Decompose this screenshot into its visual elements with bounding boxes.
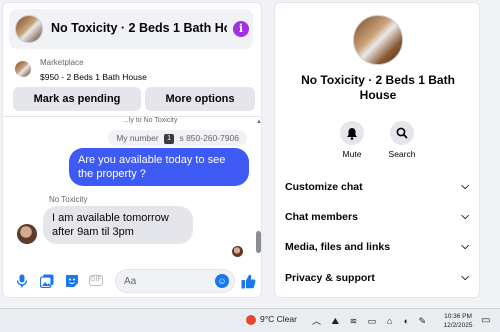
- windows-taskbar: 9°C Clear ︿ ⛰ ≋ ▭ ⌂ ◖ ✎ 10:36 PM 12/2/20…: [0, 308, 500, 332]
- sender-avatar[interactable]: [17, 224, 37, 244]
- sender-name: No Toxicity: [49, 195, 88, 204]
- search-icon[interactable]: [390, 121, 414, 145]
- listing-thumbnail: [15, 15, 43, 43]
- chat-details-panel: No Toxicity · 2 Beds 1 Bath House Mute S…: [274, 2, 480, 298]
- incoming-message[interactable]: I am available tomorrow after 9am til 3p…: [43, 206, 193, 244]
- like-icon[interactable]: [241, 274, 256, 289]
- info-icon[interactable]: i: [233, 21, 249, 37]
- row-label: Chat members: [285, 211, 358, 223]
- emoji-icon[interactable]: ☺: [215, 274, 229, 288]
- weather-widget[interactable]: 9°C Clear: [246, 314, 297, 325]
- marketplace-label: Marketplace: [40, 58, 84, 67]
- row-customize-chat[interactable]: Customize chat ⌵: [285, 176, 471, 198]
- row-label: Privacy & support: [285, 272, 375, 284]
- scroll-up-arrow-icon[interactable]: ▲: [256, 119, 261, 125]
- weather-icon: [246, 314, 256, 325]
- my-number-prefix: My number: [116, 133, 159, 143]
- outgoing-message[interactable]: Are you available today to see the prope…: [69, 148, 249, 186]
- mark-as-pending-button[interactable]: Mark as pending: [13, 87, 141, 111]
- chat-header[interactable]: No Toxicity · 2 Beds 1 Bath Hou... i: [9, 9, 253, 49]
- message-composer: GIF Aa ☺: [3, 265, 261, 297]
- chat-panel: No Toxicity · 2 Beds 1 Bath Hou... i Mar…: [2, 2, 262, 298]
- network-icon[interactable]: ⌂: [387, 316, 392, 326]
- message-scrollbar[interactable]: ▲: [256, 119, 261, 257]
- volume-icon[interactable]: ◖: [403, 316, 408, 326]
- clock[interactable]: 10:36 PM 12/2/2025: [440, 312, 476, 330]
- my-number-reply: My number 1 s 850-260-7906: [108, 130, 247, 146]
- wifi-icon[interactable]: ≋: [350, 316, 358, 327]
- number-badge: 1: [164, 133, 175, 144]
- weather-text: 9°C Clear: [260, 314, 297, 324]
- truncated-message: ...ly to No Toxicity: [123, 117, 178, 124]
- search-button[interactable]: Search: [377, 121, 427, 159]
- row-chat-members[interactable]: Chat members ⌵: [285, 206, 471, 228]
- listing-price[interactable]: $950 - 2 Beds 1 Bath House: [40, 72, 147, 82]
- listing-avatar[interactable]: [353, 15, 403, 65]
- row-media-files-links[interactable]: Media, files and links ⌵: [285, 236, 471, 258]
- chat-title: No Toxicity · 2 Beds 1 Bath Hou...: [51, 21, 227, 35]
- gif-icon[interactable]: GIF: [89, 275, 103, 286]
- pen-icon[interactable]: ✎: [419, 316, 427, 327]
- notification-icon[interactable]: ▭: [481, 315, 490, 326]
- photo-icon[interactable]: [39, 274, 54, 289]
- sticker-icon[interactable]: [65, 274, 79, 288]
- scrollbar-thumb[interactable]: [256, 231, 261, 253]
- more-options-button[interactable]: More options: [145, 87, 255, 111]
- battery-icon[interactable]: ▭: [368, 316, 377, 327]
- marketplace-listing: Marketplace $950 - 2 Beds 1 Bath House M…: [3, 55, 261, 117]
- chevron-down-icon: ⌵: [461, 181, 469, 192]
- message-thread: ...ly to No Toxicity My number 1 s 850-2…: [3, 117, 261, 259]
- seen-avatar: [232, 246, 243, 257]
- mic-icon[interactable]: [15, 274, 29, 288]
- chevron-down-icon: ⌵: [461, 272, 469, 283]
- details-title: No Toxicity · 2 Beds 1 Bath House: [301, 73, 455, 102]
- chevron-up-icon[interactable]: ︿: [312, 314, 321, 327]
- clock-time: 10:36 PM: [444, 313, 472, 320]
- chevron-down-icon: ⌵: [461, 211, 469, 222]
- my-number-value: s 850-260-7906: [179, 133, 239, 143]
- chevron-down-icon: ⌵: [461, 241, 469, 252]
- listing-small-thumbnail: [15, 61, 31, 77]
- clock-date: 12/2/2025: [443, 322, 473, 329]
- mountain-icon[interactable]: ⛰: [332, 316, 340, 327]
- row-privacy-support[interactable]: Privacy & support ⌵: [285, 267, 471, 289]
- search-label: Search: [388, 149, 416, 159]
- system-tray: ︿ ⛰ ≋ ▭ ⌂ ◖ ✎: [312, 314, 434, 327]
- mute-label: Mute: [342, 149, 362, 159]
- bell-icon[interactable]: [340, 121, 364, 145]
- row-label: Media, files and links: [285, 241, 391, 253]
- mute-button[interactable]: Mute: [327, 121, 377, 159]
- row-label: Customize chat: [285, 181, 363, 193]
